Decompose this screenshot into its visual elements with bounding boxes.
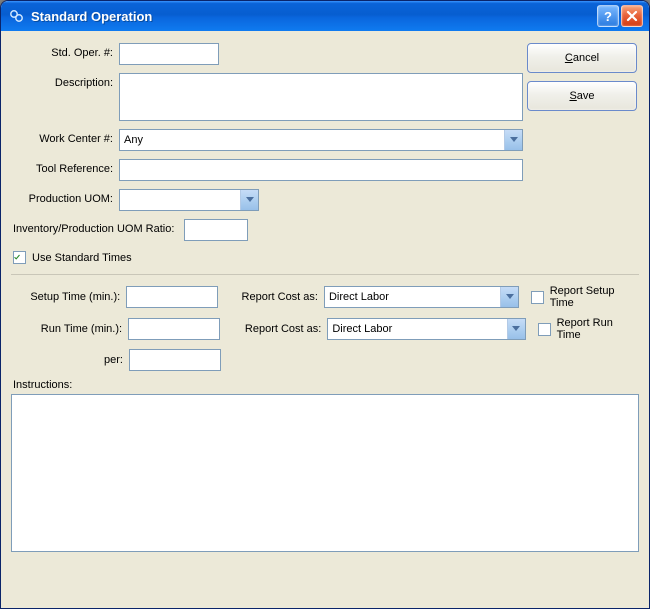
titlebar-controls: ? [597,5,643,27]
run-time-label: Run Time (min.): [11,323,122,335]
inv-ratio-label: Inventory/Production UOM Ratio: [11,219,180,235]
tool-ref-label: Tool Reference: [11,159,119,175]
run-time-input[interactable] [128,318,220,340]
prod-uom-value [120,190,240,210]
setup-report-cost-value: Direct Labor [325,287,500,307]
close-icon [626,10,638,22]
chevron-down-icon [507,319,525,339]
use-std-times-checkbox[interactable]: Use Standard Times [13,251,132,264]
titlebar: Standard Operation ? [1,1,649,31]
window-title: Standard Operation [31,9,597,24]
save-button[interactable]: Save [527,81,637,111]
chevron-down-icon [504,130,522,150]
per-label: per: [11,354,123,366]
instructions-input[interactable] [11,394,639,552]
close-button[interactable] [621,5,643,27]
report-setup-time-checkbox[interactable]: Report Setup Time [531,285,639,309]
prod-uom-label: Production UOM: [11,189,119,205]
run-report-cost-value: Direct Labor [328,319,506,339]
instructions-label: Instructions: [13,379,639,391]
inv-ratio-input[interactable] [184,219,248,241]
report-run-time-label: Report Run Time [557,317,639,341]
use-std-times-label: Use Standard Times [32,252,132,264]
help-button[interactable]: ? [597,5,619,27]
dialog-window: Standard Operation ? Cancel Save Std. Op… [0,0,650,609]
checkbox-icon [13,251,26,264]
chevron-down-icon [240,190,258,210]
help-icon: ? [604,9,612,24]
setup-time-label: Setup Time (min.): [11,291,120,303]
description-input[interactable] [119,73,523,121]
divider [11,274,639,275]
work-center-label: Work Center #: [11,129,119,145]
action-buttons: Cancel Save [527,43,637,111]
cancel-button[interactable]: Cancel [527,43,637,73]
checkbox-icon [538,323,551,336]
description-label: Description: [11,73,119,89]
checkbox-icon [531,291,544,304]
work-center-value: Any [120,130,504,150]
work-center-select[interactable]: Any [119,129,523,151]
setup-report-cost-select[interactable]: Direct Labor [324,286,519,308]
setup-report-cost-label: Report Cost as: [230,291,318,303]
setup-time-input[interactable] [126,286,218,308]
prod-uom-select[interactable] [119,189,259,211]
run-report-cost-select[interactable]: Direct Labor [327,318,525,340]
app-icon [9,8,25,24]
run-report-cost-label: Report Cost as: [232,323,321,335]
dialog-body: Cancel Save Std. Oper. #: Description: W… [1,31,649,608]
report-setup-time-label: Report Setup Time [550,285,639,309]
per-input[interactable] [129,349,221,371]
chevron-down-icon [500,287,518,307]
std-oper-label: Std. Oper. #: [11,43,119,59]
report-run-time-checkbox[interactable]: Report Run Time [538,317,639,341]
tool-ref-input[interactable] [119,159,523,181]
std-oper-input[interactable] [119,43,219,65]
